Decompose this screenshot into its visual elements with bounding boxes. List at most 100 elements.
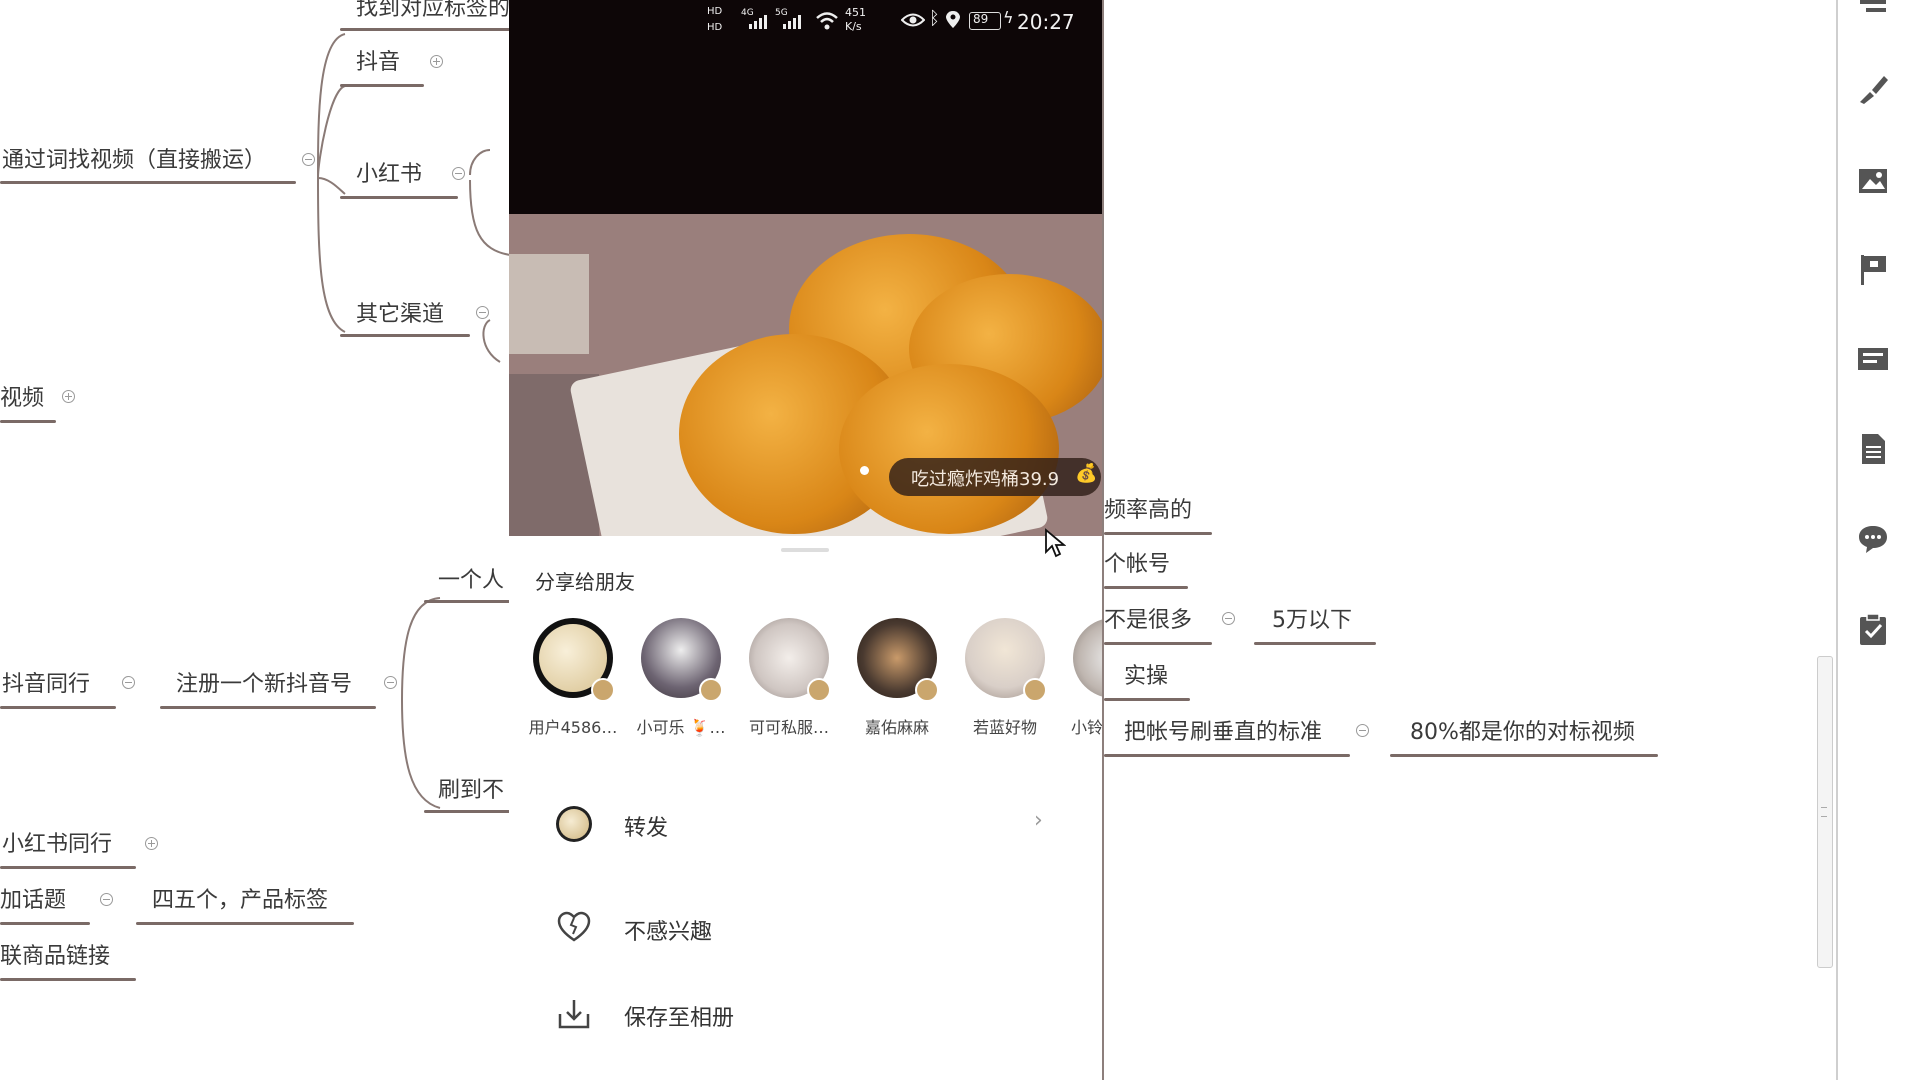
- node-videos[interactable]: 视频: [0, 388, 44, 410]
- friend-name: 若蓝好物: [972, 718, 1037, 737]
- node-link-goods[interactable]: 联商品链接: [0, 946, 110, 968]
- node-under-50k[interactable]: 5万以下: [1272, 610, 1352, 632]
- collapse-icon[interactable]: [1356, 724, 1369, 737]
- node-register-new[interactable]: 注册一个新抖音号: [176, 674, 352, 696]
- signal-icon: [749, 15, 801, 29]
- hd-label: HD: [707, 22, 723, 33]
- collapse-icon[interactable]: [100, 893, 113, 906]
- node-underline: [340, 196, 458, 199]
- node-xhs-peers[interactable]: 小红书同行: [2, 834, 112, 856]
- scroll-grip: [1821, 807, 1827, 817]
- node-not-many[interactable]: 不是很多: [1104, 610, 1192, 632]
- mouse-cursor-icon: [1045, 528, 1066, 558]
- image-icon[interactable]: [1856, 164, 1890, 198]
- comment-icon[interactable]: [1856, 522, 1890, 556]
- wifi-icon: [816, 12, 838, 30]
- battery-level: 89: [973, 12, 989, 26]
- tag-dot: [860, 466, 869, 475]
- save-album-label: 保存至相册: [624, 1006, 735, 1031]
- status-bar: HD HD 4G 5G 451 K/s ᛒ 89 ϟ 20:27: [509, 0, 1102, 214]
- speed-unit: K/s: [845, 20, 862, 33]
- collapse-icon[interactable]: [384, 676, 397, 689]
- node-douyin[interactable]: 抖音: [356, 52, 400, 74]
- expand-icon[interactable]: [62, 390, 75, 403]
- brush-icon[interactable]: [1856, 72, 1890, 106]
- vertical-scrollbar[interactable]: [1817, 656, 1833, 968]
- badge-icon: [591, 678, 615, 702]
- collapse-icon[interactable]: [476, 306, 489, 319]
- share-sheet: 分享给朋友 用户4586… 小可乐 🍹… 可可私服… 嘉佑麻麻 若蓝好物 小铃 …: [509, 536, 1102, 1080]
- phone-screen: HD HD 4G 5G 451 K/s ᛒ 89 ϟ 20:27 吃过瘾炸鸡桶3…: [509, 0, 1104, 1080]
- download-icon: [558, 1000, 590, 1029]
- node-xiaohongshu[interactable]: 小红书: [356, 164, 422, 186]
- money-bag-icon: 💰: [1075, 463, 1098, 484]
- node-underline: [0, 181, 296, 184]
- product-tag[interactable]: 吃过瘾炸鸡桶39.9 💰: [889, 458, 1101, 496]
- node-underline: [160, 706, 376, 709]
- node-eighty-percent[interactable]: 80%都是你的对标视频: [1410, 722, 1635, 744]
- drag-handle[interactable]: [781, 548, 829, 552]
- node-add-topics[interactable]: 加话题: [0, 890, 66, 912]
- clock: 20:27: [1017, 10, 1075, 34]
- bluetooth-icon: ᛒ: [929, 8, 940, 29]
- node-topics-detail[interactable]: 四五个，产品标签: [152, 890, 328, 912]
- location-icon: [946, 11, 960, 28]
- charging-icon: ϟ: [1003, 8, 1014, 27]
- heart-broken-icon: [557, 911, 591, 942]
- node-high-frequency[interactable]: 频率高的: [1104, 500, 1192, 522]
- collapse-icon[interactable]: [302, 153, 315, 166]
- collapse-icon[interactable]: [122, 676, 135, 689]
- node-underline: [424, 810, 510, 813]
- node-underline: [0, 978, 136, 981]
- friend-name: 可可私服…: [748, 718, 829, 737]
- node-search-videos[interactable]: 通过词找视频（直接搬运）: [2, 150, 266, 172]
- node-underline: [340, 334, 470, 337]
- fried-chicken: [839, 364, 1059, 534]
- share-title: 分享给朋友: [535, 570, 635, 594]
- badge-icon: [699, 678, 723, 702]
- node-underline: [0, 706, 116, 709]
- node-underline: [1104, 698, 1190, 701]
- eye-icon: [901, 13, 925, 27]
- outline-icon[interactable]: [1856, 0, 1890, 30]
- node-underline: [1104, 532, 1212, 535]
- node-accounts[interactable]: 个帐号: [1104, 554, 1170, 576]
- node-one-person[interactable]: 一个人: [438, 570, 504, 592]
- node-underline: [0, 922, 90, 925]
- speed-value: 451: [845, 6, 866, 19]
- friend-name: 小可乐 🍹…: [636, 718, 726, 737]
- badge-icon: [807, 678, 831, 702]
- node-underline: [0, 420, 56, 423]
- collapse-icon[interactable]: [452, 167, 465, 180]
- badge-icon: [915, 678, 939, 702]
- node-practice[interactable]: 实操: [1124, 666, 1168, 688]
- battery-icon: 89: [969, 12, 1001, 30]
- node-douyin-peers[interactable]: 抖音同行: [2, 674, 90, 696]
- clipboard-check-icon[interactable]: [1856, 612, 1890, 646]
- node-underline: [136, 922, 354, 925]
- hd-label: HD: [707, 6, 723, 17]
- node-underline: [1104, 642, 1212, 645]
- friend-name: 用户4586…: [528, 718, 618, 737]
- node-scroll-to[interactable]: 刷到不: [438, 780, 504, 802]
- node-underline: [1104, 586, 1188, 589]
- flag-icon[interactable]: [1856, 252, 1890, 286]
- expand-icon[interactable]: [430, 55, 443, 68]
- expand-icon[interactable]: [145, 837, 158, 850]
- chevron-right-icon: ›: [1034, 808, 1043, 833]
- node-find-tags[interactable]: 找到对应标签的: [356, 0, 510, 20]
- node-underline: [1390, 754, 1658, 757]
- forward-label: 转发: [624, 816, 669, 841]
- node-other-channels[interactable]: 其它渠道: [356, 304, 444, 326]
- forward-avatar-icon: [556, 806, 592, 842]
- not-interested-label: 不感兴趣: [624, 920, 713, 945]
- node-underline: [340, 84, 424, 87]
- node-underline: [340, 28, 510, 31]
- text-box-icon[interactable]: [1856, 342, 1890, 376]
- product-tag-text: 吃过瘾炸鸡桶39.9: [911, 469, 1060, 490]
- collapse-icon[interactable]: [1222, 612, 1235, 625]
- node-underline: [424, 600, 510, 603]
- node-underline: [1104, 754, 1350, 757]
- node-vertical-standard[interactable]: 把帐号刷垂直的标准: [1124, 722, 1322, 744]
- document-icon[interactable]: [1856, 432, 1890, 466]
